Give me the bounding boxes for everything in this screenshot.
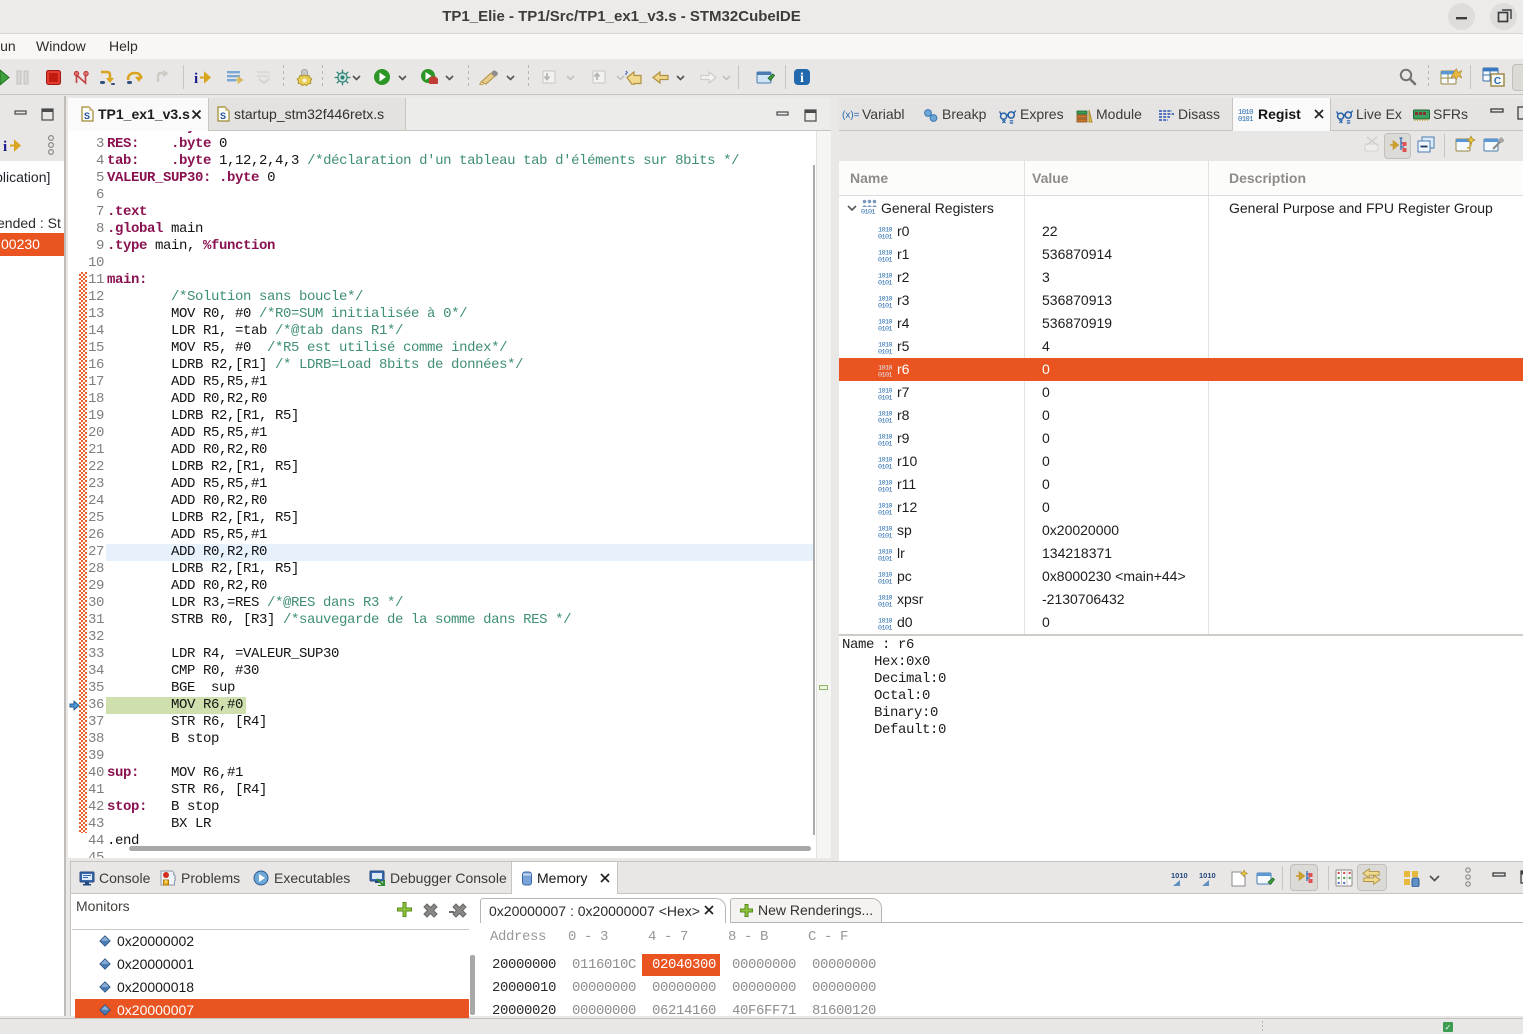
svg-text:0101: 0101 bbox=[878, 602, 892, 608]
svg-text:1010: 1010 bbox=[1171, 871, 1188, 880]
svg-text:0101: 0101 bbox=[878, 441, 892, 447]
svg-text:0101: 0101 bbox=[1238, 116, 1253, 122]
svg-text:0101: 0101 bbox=[878, 349, 892, 355]
svg-text:i: i bbox=[800, 71, 804, 86]
svg-text:0101: 0101 bbox=[878, 395, 892, 401]
svg-text:0101: 0101 bbox=[878, 303, 892, 309]
svg-text:S: S bbox=[220, 111, 226, 121]
svg-text:0101: 0101 bbox=[878, 487, 892, 493]
svg-text:1010: 1010 bbox=[1199, 871, 1216, 880]
svg-text:0101: 0101 bbox=[878, 280, 892, 286]
svg-text:(x)=: (x)= bbox=[842, 110, 860, 120]
svg-text:✓: ✓ bbox=[1445, 1023, 1452, 1032]
svg-text:0101: 0101 bbox=[878, 326, 892, 332]
svg-text:0101: 0101 bbox=[878, 464, 892, 470]
svg-text:i: i bbox=[194, 71, 198, 85]
svg-text:0101: 0101 bbox=[878, 372, 892, 378]
svg-text:i: i bbox=[3, 139, 7, 153]
svg-text:0101: 0101 bbox=[878, 510, 892, 516]
svg-text:0101: 0101 bbox=[878, 418, 892, 424]
svg-text:S: S bbox=[84, 111, 90, 121]
svg-text:0101: 0101 bbox=[878, 257, 892, 263]
svg-text:0101: 0101 bbox=[878, 625, 892, 631]
svg-text:0101: 0101 bbox=[878, 579, 892, 585]
svg-text:C: C bbox=[1494, 76, 1501, 87]
svg-text:0101: 0101 bbox=[878, 234, 892, 240]
svg-text:0101: 0101 bbox=[878, 556, 892, 562]
svg-text:0101: 0101 bbox=[878, 533, 892, 539]
svg-text:0101: 0101 bbox=[861, 209, 875, 215]
